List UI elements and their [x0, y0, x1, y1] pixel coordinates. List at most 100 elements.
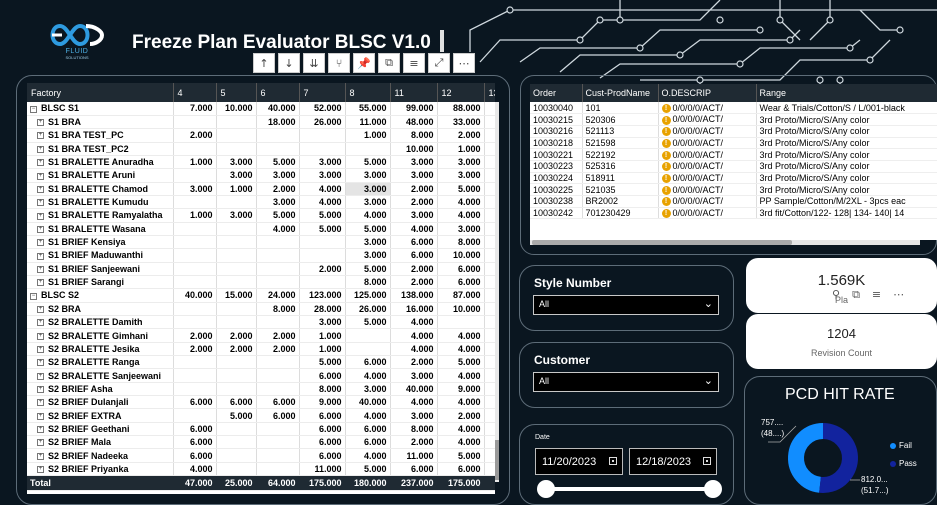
matrix-cell[interactable]: 10.000 [216, 102, 257, 116]
matrix-cell[interactable] [484, 422, 495, 437]
matrix-cell[interactable] [173, 235, 217, 250]
matrix-cell[interactable]: 5.000 [299, 208, 346, 223]
orders-cell[interactable]: 521113 [582, 125, 659, 138]
matrix-group-row[interactable]: − BLSC S2 40.000 15.000 24.000 123.000 125.000… [27, 288, 495, 303]
matrix-cell[interactable]: 1.000 [173, 208, 217, 223]
matrix-cell[interactable] [173, 115, 217, 130]
date-range-track[interactable] [545, 487, 713, 491]
expand-icon[interactable]: + [37, 332, 44, 340]
matrix-col-header[interactable]: 11 [390, 83, 438, 102]
orders-cell[interactable]: ! 0/0/0/0/ACT/ [658, 160, 757, 173]
matrix-cell[interactable] [299, 235, 346, 250]
orders-row[interactable]: 10030223 525316! 0/0/0/0/ACT/3rd Proto/Mic… [530, 160, 937, 173]
matrix-cell[interactable] [484, 315, 495, 330]
matrix-cell[interactable]: 3.000 [173, 182, 217, 196]
matrix-cell[interactable] [256, 128, 300, 143]
orders-cell[interactable]: 101 [582, 102, 659, 115]
matrix-row-label[interactable]: + S2 BRA [27, 302, 174, 317]
matrix-cell[interactable]: 2.000 [390, 182, 438, 196]
matrix-cell[interactable] [484, 328, 495, 343]
orders-row[interactable]: 10030215 520306! 0/0/0/0/ACT/3rd Proto/Mic… [530, 113, 937, 126]
matrix-row-label[interactable]: + S1 BRA [27, 115, 174, 130]
matrix-col-header[interactable]: 13 [484, 83, 495, 102]
matrix-cell[interactable]: 1.000 [437, 142, 485, 156]
matrix-scrollbar-thumb[interactable] [495, 440, 499, 480]
matrix-row[interactable]: + S1 BRIEF Sarangi 8.000 2.000 6.000 [27, 275, 495, 290]
matrix-cell[interactable]: 3.000 [256, 195, 300, 210]
matrix-cell[interactable] [484, 168, 495, 183]
matrix-row[interactable]: + S2 BRIEF EXTRA 5.000 6.000 6.000 4.000 3.000… [27, 408, 495, 423]
matrix-row-label[interactable]: + S1 BRIEF Sanjeewani [27, 262, 174, 276]
matrix-row[interactable]: + S2 BRIEF Priyanka 4.000 11.000 5.000 6.000 6… [27, 462, 495, 477]
matrix-row[interactable]: + S2 BRALETTE Ranga 5.000 6.000 2.000 5.000 [27, 355, 495, 370]
matrix-cell[interactable] [256, 355, 300, 370]
matrix-cell[interactable] [256, 435, 300, 450]
matrix-row-label[interactable]: + S2 BRALETTE Sanjeewani [27, 368, 174, 383]
matrix-cell[interactable] [299, 128, 346, 143]
orders-cell[interactable]: 10030223 [530, 160, 583, 173]
matrix-cell[interactable]: 11.000 [299, 462, 346, 477]
matrix-cell[interactable]: 8.000 [437, 235, 485, 250]
matrix-cell[interactable] [484, 435, 495, 450]
matrix-cell[interactable]: 6.000 [216, 395, 257, 410]
expand-all-button[interactable]: ⑂ [328, 53, 350, 73]
matrix-cell[interactable]: 2.000 [216, 328, 257, 343]
matrix-row[interactable]: + S2 BRIEF Dulanjali 6.000 6.000 6.000 9.000 4… [27, 395, 495, 410]
matrix-row[interactable]: + S2 BRIEF Mala 6.000 6.000 6.000 2.000 4.000 [27, 435, 495, 450]
matrix-cell[interactable] [484, 222, 495, 236]
matrix-cell[interactable]: 6.000 [390, 248, 438, 263]
matrix-cell[interactable]: 5.000 [345, 462, 391, 477]
orders-cell[interactable]: 522192 [582, 148, 659, 161]
expand-icon[interactable]: + [37, 132, 44, 140]
matrix-cell[interactable]: 2.000 [390, 435, 438, 450]
matrix-row-label[interactable]: + S1 BRALETTE Wasana [27, 222, 174, 236]
matrix-cell[interactable] [256, 262, 300, 276]
matrix-cell[interactable]: 3.000 [299, 155, 346, 170]
matrix-cell[interactable] [173, 315, 217, 330]
orders-col-header[interactable]: Order [530, 84, 583, 102]
matrix-cell[interactable] [216, 235, 257, 250]
matrix-cell[interactable]: 8.000 [345, 275, 391, 290]
matrix-cell[interactable]: 3.000 [345, 235, 391, 250]
matrix-cell[interactable] [173, 368, 217, 383]
matrix-cell[interactable]: 6.000 [173, 448, 217, 463]
matrix-cell[interactable] [256, 275, 300, 290]
matrix-cell[interactable]: 6.000 [299, 368, 346, 383]
matrix-cell[interactable]: 6.000 [299, 435, 346, 450]
matrix-cell[interactable] [484, 208, 495, 223]
matrix-row[interactable]: + S1 BRA 18.00026.00011.00048.00033.0002 [27, 115, 495, 130]
matrix-cell[interactable]: 40.000 [345, 395, 391, 410]
matrix-cell[interactable] [484, 462, 495, 477]
matrix-cell[interactable] [216, 435, 257, 450]
matrix-col-header[interactable]: 6 [256, 83, 300, 102]
orders-col-header[interactable]: O.DESCRIP [658, 84, 757, 102]
orders-row[interactable]: 10030224 518911! 0/0/0/0/ACT/3rd Proto/Mic… [530, 172, 937, 185]
matrix-cell[interactable]: 180.000 [345, 475, 391, 492]
orders-col-header[interactable]: Range [756, 84, 937, 102]
matrix-row[interactable]: + S2 BRIEF Nadeeka 6.000 6.000 4.000 11.000 5.… [27, 448, 495, 463]
matrix-cell[interactable]: 18.000 [256, 115, 300, 130]
matrix-row[interactable]: + S1 BRALETTE Aruni 3.000 3.000 3.000 3.000 3.… [27, 168, 495, 183]
matrix-cell[interactable]: 4.000 [437, 195, 485, 210]
matrix-cell[interactable]: 99.000 [390, 102, 438, 116]
matrix-cell[interactable]: 3.000 [345, 182, 391, 196]
expand-icon[interactable]: + [37, 185, 44, 193]
matrix-cell[interactable]: 3.000 [437, 222, 485, 236]
matrix-cell[interactable] [216, 368, 257, 383]
copy-visual-icon[interactable]: ⧉ [378, 53, 400, 73]
matrix-row-label[interactable]: + S1 BRALETTE Anuradha [27, 155, 174, 170]
matrix-cell[interactable] [216, 422, 257, 437]
expand-icon[interactable]: + [37, 172, 44, 180]
matrix-cell[interactable]: 138.000 [390, 288, 438, 303]
orders-row[interactable]: 10030040 101! 0/0/0/0/ACT/Wear & Trials/Co… [530, 102, 937, 115]
matrix-row-label[interactable]: + S2 BRALETTE Gimhani [27, 328, 174, 343]
date-range-end-handle[interactable] [704, 480, 722, 498]
matrix-cell[interactable] [437, 315, 485, 330]
expand-icon[interactable]: + [37, 452, 44, 460]
orders-cell[interactable]: 10030224 [530, 172, 583, 185]
orders-cell[interactable]: 3rd Proto/Micro/S/Any color [756, 172, 937, 185]
matrix-cell[interactable] [216, 275, 257, 290]
pin-icon[interactable]: 📌 [353, 53, 375, 73]
matrix-row[interactable]: + S2 BRALETTE Damith 3.000 5.000 4.000 [27, 315, 495, 330]
matrix-cell[interactable] [345, 342, 391, 357]
